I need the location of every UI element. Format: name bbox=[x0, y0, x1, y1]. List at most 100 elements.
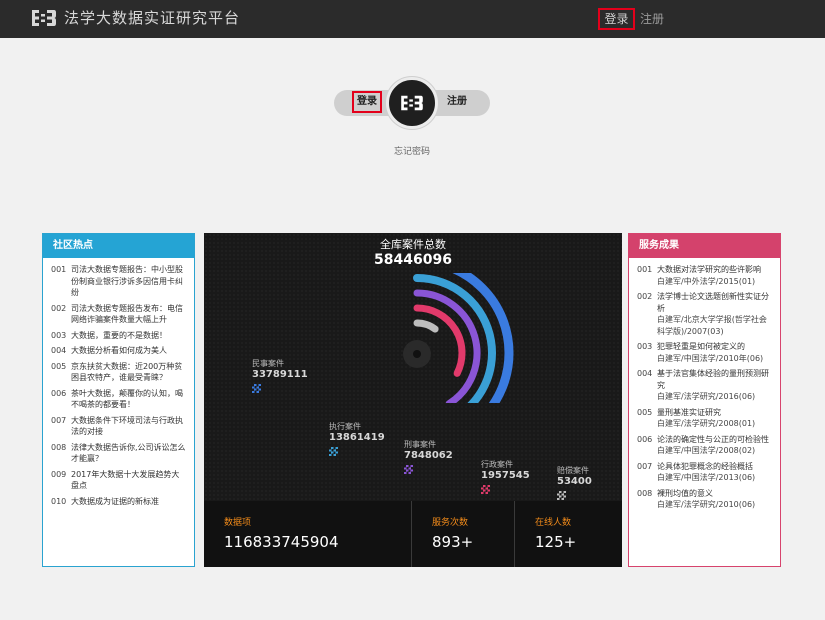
item-text-group: 大数据成为证据的新标准 bbox=[71, 496, 186, 508]
category-value: 1957545 bbox=[481, 470, 530, 481]
item-number: 004 bbox=[51, 346, 67, 355]
list-item[interactable]: 008 裸刑均值的意义白建军/法学研究/2010(06) bbox=[637, 488, 772, 511]
item-text-group: 论具体犯罪概念的经验概括 白建军/中国法学/2013(06) bbox=[657, 461, 772, 484]
brand[interactable]: 法学大数据实证研究平台 bbox=[30, 8, 240, 28]
item-text-group: 大数据分析看如何成为美人 bbox=[71, 345, 186, 357]
category-label: 民事案件 bbox=[252, 359, 284, 368]
list-item[interactable]: 008 法律大数据告诉你,公司诉讼怎么才能赢？ bbox=[51, 442, 186, 465]
list-item[interactable]: 007 大数据条件下环境司法与行政执法的对接 bbox=[51, 415, 186, 438]
list-item[interactable]: 009 2017年大数据十大发展趋势大盘点 bbox=[51, 469, 186, 492]
item-text-group: 大数据对法学研究的些许影响 白建军/中外法学/2015(01) bbox=[657, 264, 772, 287]
hot-topics-panel: 社区热点 001 司法大数据专题报告：中小型股份制商业银行涉诉多因信用卡纠纷 002… bbox=[42, 233, 195, 567]
service-results-title: 服务成果 bbox=[629, 234, 780, 258]
top-register-link[interactable]: 注册 bbox=[640, 8, 664, 30]
item-number: 003 bbox=[51, 330, 67, 340]
item-title: 论具体犯罪概念的经验概括 bbox=[657, 461, 753, 471]
list-item[interactable]: 005 京东扶贫大数据：近200万种贫困县农特产，谁最受青睐？ bbox=[51, 361, 186, 384]
data-items-value: 116833745904 bbox=[224, 533, 339, 551]
center-logo-button[interactable] bbox=[386, 77, 438, 129]
list-item[interactable]: 005 量刑基准实证研究 白建军/法学研究/2008(01) bbox=[637, 407, 772, 430]
item-number: 002 bbox=[637, 292, 653, 301]
site-title: 法学大数据实证研究平台 bbox=[64, 9, 241, 27]
item-text-group: 法律大数据告诉你,公司诉讼怎么才能赢？ bbox=[71, 442, 186, 465]
category-value: 13861419 bbox=[329, 432, 385, 443]
item-number: 006 bbox=[637, 434, 653, 444]
login-button[interactable]: 登录 bbox=[352, 91, 382, 113]
item-source: 白建军/北京大学学报(哲学社会科学版)/2007(03) bbox=[657, 315, 767, 336]
item-text-group: 法学博士论文选题创新性实证分析 白建军/北京大学学报(哲学社会科学版)/2007(… bbox=[657, 291, 772, 337]
list-item[interactable]: 002 法学博士论文选题创新性实证分析 白建军/北京大学学报(哲学社会科学版)/20… bbox=[637, 291, 772, 337]
category-label: 行政案件 bbox=[481, 460, 513, 469]
category-marker-icon bbox=[557, 491, 566, 500]
item-text-group: 裸刑均值的意义白建军/法学研究/2010(06) bbox=[657, 488, 772, 511]
online-users-value: 125+ bbox=[535, 533, 577, 551]
item-text-group: 司法大数据专题报告：中小型股份制商业银行涉诉多因信用卡纠纷 bbox=[71, 264, 186, 299]
item-number: 010 bbox=[51, 496, 67, 506]
item-number: 007 bbox=[51, 415, 67, 425]
item-number: 002 bbox=[51, 303, 67, 313]
item-number: 008 bbox=[637, 488, 653, 498]
list-item[interactable]: 006 茶叶大数据，颠覆你的认知，喝不喝茶的都要看！ bbox=[51, 388, 186, 411]
item-number: 004 bbox=[637, 369, 653, 378]
item-text-group: 大数据条件下环境司法与行政执法的对接 bbox=[71, 415, 186, 438]
hot-topics-title: 社区热点 bbox=[43, 234, 194, 258]
item-source: 白建军/中外法学/2015(01) bbox=[657, 276, 756, 286]
service-count-label: 服务次数 bbox=[432, 518, 469, 528]
item-source: 白建军/法学研究/2016(06) bbox=[657, 392, 756, 401]
item-text-group: 论法的确定性与公正的可检验性 白建军/中国法学/2008(02) bbox=[657, 434, 772, 457]
category-value: 33789111 bbox=[252, 369, 308, 380]
item-source: 白建军/法学研究/2008(01) bbox=[657, 419, 756, 428]
list-item[interactable]: 003 犯罪轻重是如何被定义的 白建军/中国法学/2010年(06) bbox=[637, 341, 772, 364]
list-item[interactable]: 004 大数据分析看如何成为美人 bbox=[51, 345, 186, 357]
list-item[interactable]: 001 司法大数据专题报告：中小型股份制商业银行涉诉多因信用卡纠纷 bbox=[51, 264, 186, 299]
forgot-password-link[interactable]: 忘记密码 bbox=[385, 144, 439, 157]
category-label: 执行案件 bbox=[329, 422, 361, 431]
item-title: 茶叶大数据，颠覆你的认知，喝不喝茶的都要看！ bbox=[71, 388, 183, 410]
category-value: 53400 bbox=[557, 476, 592, 487]
item-title: 裸刑均值的意义 bbox=[657, 488, 713, 498]
list-item[interactable]: 010 大数据成为证据的新标准 bbox=[51, 496, 186, 508]
list-item[interactable]: 003 大数据，重要的不是数据！ bbox=[51, 330, 186, 342]
item-title: 论法的确定性与公正的可检验性 bbox=[657, 434, 769, 444]
top-navigation-bar: 法学大数据实证研究平台 登录 注册 bbox=[0, 0, 825, 38]
list-item[interactable]: 002 司法大数据专题报告发布：电信网络诈骗案件数量大幅上升 bbox=[51, 303, 186, 326]
radial-center-dot bbox=[413, 350, 421, 358]
list-item[interactable]: 006 论法的确定性与公正的可检验性 白建军/中国法学/2008(02) bbox=[637, 434, 772, 457]
service-results-panel: 服务成果 001 大数据对法学研究的些许影响 白建军/中外法学/2015(01) 00… bbox=[628, 233, 781, 567]
item-text-group: 量刑基准实证研究 白建军/法学研究/2008(01) bbox=[657, 407, 772, 430]
item-title: 大数据条件下环境司法与行政执法的对接 bbox=[71, 415, 183, 437]
online-users-label: 在线人数 bbox=[535, 518, 572, 528]
eib-logo-icon bbox=[32, 10, 56, 26]
item-source: 白建军/中国法学/2010年(06) bbox=[657, 353, 764, 363]
item-source: 白建军/中国法学/2008(02) bbox=[657, 446, 756, 455]
item-title: 法学博士论文选题创新性实证分析 bbox=[657, 292, 769, 313]
item-number: 006 bbox=[51, 388, 67, 398]
item-text-group: 基于法官集体经验的量刑预测研究白建军/法学研究/2016(06) bbox=[657, 368, 772, 403]
item-text-group: 司法大数据专题报告发布：电信网络诈骗案件数量大幅上升 bbox=[71, 303, 186, 326]
item-number: 007 bbox=[637, 461, 653, 471]
radial-bar bbox=[413, 319, 439, 333]
category-label: 刑事案件 bbox=[404, 440, 436, 449]
item-source: 白建军/法学研究/2010(06) bbox=[657, 500, 756, 509]
item-text-group: 京东扶贫大数据：近200万种贫困县农特产，谁最受青睐？ bbox=[71, 361, 186, 384]
list-item[interactable]: 001 大数据对法学研究的些许影响 白建军/中外法学/2015(01) bbox=[637, 264, 772, 287]
item-title: 犯罪轻重是如何被定义的 bbox=[657, 342, 745, 351]
category-label: 赔偿案件 bbox=[557, 466, 589, 475]
item-source: 白建军/中国法学/2013(06) bbox=[657, 473, 756, 482]
item-text-group: 犯罪轻重是如何被定义的白建军/中国法学/2010年(06) bbox=[657, 341, 772, 364]
item-text-group: 2017年大数据十大发展趋势大盘点 bbox=[71, 469, 186, 492]
item-number: 009 bbox=[51, 469, 67, 479]
item-number: 001 bbox=[51, 265, 67, 274]
service-count-value: 893+ bbox=[432, 533, 474, 551]
register-button[interactable]: 注册 bbox=[447, 92, 469, 112]
item-title: 司法大数据专题报告：中小型股份制商业银行涉诉多因信用卡纠纷 bbox=[71, 265, 183, 297]
list-item[interactable]: 004 基于法官集体经验的量刑预测研究白建军/法学研究/2016(06) bbox=[637, 368, 772, 403]
list-item[interactable]: 007 论具体犯罪概念的经验概括 白建军/中国法学/2013(06) bbox=[637, 461, 772, 484]
total-cases-value: 58446096 bbox=[374, 252, 452, 268]
item-title: 基于法官集体经验的量刑预测研究 bbox=[657, 369, 769, 390]
top-login-link[interactable]: 登录 bbox=[598, 8, 635, 30]
item-title: 司法大数据专题报告发布：电信网络诈骗案件数量大幅上升 bbox=[71, 303, 183, 325]
item-title: 2017年大数据十大发展趋势大盘点 bbox=[71, 469, 180, 491]
category-marker-icon bbox=[404, 465, 413, 474]
category-marker-icon bbox=[329, 447, 338, 456]
